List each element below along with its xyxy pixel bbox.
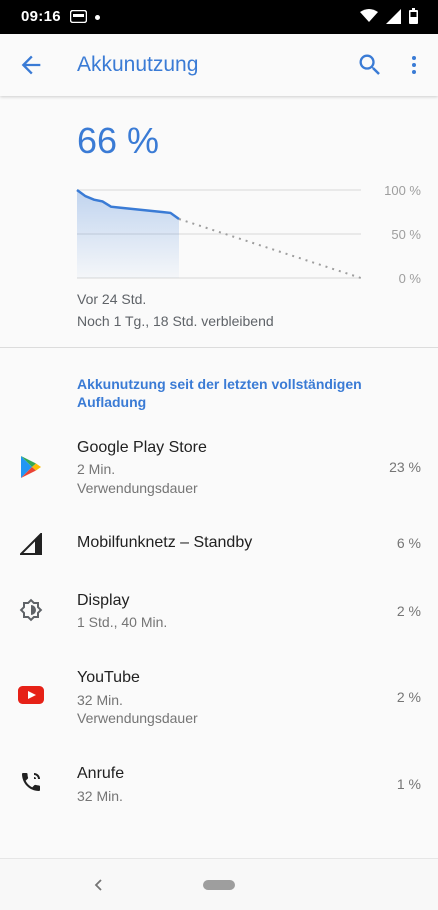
- app-row-google-play-store[interactable]: Google Play Store 2 Min. Verwendungsdaue…: [0, 425, 438, 505]
- status-icons: [360, 8, 418, 29]
- google-play-store-icon: [16, 452, 46, 482]
- app-usage-label: Verwendungsdauer: [77, 480, 198, 496]
- app-name: Anrufe: [77, 765, 125, 782]
- chart-remaining-label: Noch 1 Tg., 18 Std. verbleibend: [77, 313, 274, 329]
- app-row-anrufe[interactable]: Anrufe 32 Min. 1 %: [0, 752, 438, 814]
- app-name: Google Play Store: [77, 439, 207, 456]
- app-usage-label: Verwendungsdauer: [77, 710, 198, 726]
- app-percent: 6 %: [396, 535, 421, 551]
- app-usage: 1 Std., 40 Min.: [77, 614, 168, 630]
- chart-y-tick-label: 100 %: [384, 183, 421, 198]
- page-title: Akkunutzung: [77, 53, 199, 76]
- battery-projection-line: [178, 218, 362, 279]
- app-name: Mobilfunknetz – Standby: [77, 534, 253, 551]
- app-percent: 2 %: [396, 603, 421, 619]
- app-percent: 2 %: [396, 689, 421, 705]
- status-bar: 09:16: [0, 0, 438, 34]
- app-usage: 2 Min.: [77, 461, 116, 477]
- more-vert-icon[interactable]: [402, 51, 426, 79]
- phone-calls-icon: [16, 767, 46, 797]
- wifi-icon: [360, 9, 378, 28]
- notification-card-icon: [69, 9, 88, 28]
- battery-usage-chart: 100 % 50 % 0 %: [76, 183, 422, 286]
- search-icon[interactable]: [356, 51, 384, 79]
- youtube-icon: [16, 680, 46, 710]
- cell-signal-icon: [16, 529, 46, 559]
- chart-y-tick-label: 50 %: [391, 227, 421, 242]
- chart-y-tick-label: 0 %: [399, 271, 422, 286]
- section-heading: Akkunutzung seit der letzten vollständig…: [77, 376, 362, 410]
- chart-time-label: Vor 24 Std.: [77, 291, 147, 307]
- app-usage: 32 Min.: [77, 692, 123, 708]
- battery-percent: 66 %: [77, 120, 160, 161]
- display-brightness-icon: [16, 595, 46, 625]
- app-name: YouTube: [77, 669, 140, 686]
- app-row-display[interactable]: Display 1 Std., 40 Min. 2 %: [0, 580, 438, 648]
- status-dot-icon: [95, 15, 100, 20]
- app-row-mobilfunknetz[interactable]: Mobilfunknetz – Standby 6 %: [0, 515, 438, 573]
- nav-back-icon[interactable]: [90, 876, 108, 894]
- status-time: 09:16: [21, 8, 61, 25]
- nav-home-pill-icon[interactable]: [203, 880, 235, 890]
- app-row-youtube[interactable]: YouTube 32 Min. Verwendungsdauer 2 %: [0, 655, 438, 741]
- divider: [0, 347, 438, 348]
- app-usage: 32 Min.: [77, 788, 123, 804]
- battery-area: [77, 190, 179, 278]
- app-name: Display: [77, 592, 130, 609]
- arrow-back-icon[interactable]: [17, 51, 45, 79]
- app-percent: 1 %: [396, 776, 421, 792]
- signal-icon: [386, 8, 401, 29]
- navigation-bar: [0, 858, 438, 910]
- app-percent: 23 %: [389, 459, 421, 475]
- app-bar: Akkunutzung: [0, 34, 438, 96]
- battery-icon: [409, 8, 418, 29]
